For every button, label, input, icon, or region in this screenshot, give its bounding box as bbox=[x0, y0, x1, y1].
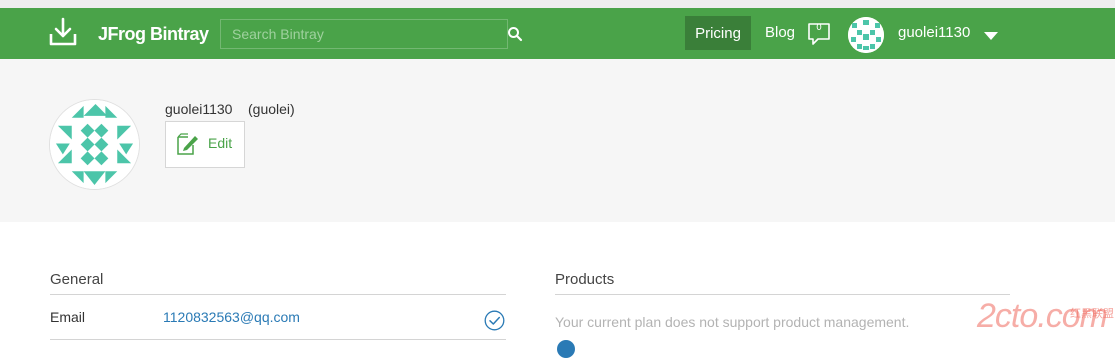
speech-bubble-icon[interactable] bbox=[807, 22, 831, 46]
general-divider bbox=[50, 294, 506, 295]
pricing-label: Pricing bbox=[695, 24, 741, 42]
info-badge bbox=[557, 340, 575, 358]
email-value[interactable]: 1120832563@qq.com bbox=[163, 309, 300, 325]
brand-name[interactable]: JFrog Bintray bbox=[98, 24, 209, 45]
check-circle-icon bbox=[484, 310, 505, 331]
download-tray-icon[interactable] bbox=[48, 17, 78, 49]
blog-link[interactable]: Blog bbox=[765, 24, 795, 41]
top-strip bbox=[0, 0, 1115, 8]
top-navbar: JFrog Bintray Pricing Blog 0 guolei1130 bbox=[0, 8, 1115, 59]
pricing-link[interactable]: Pricing bbox=[685, 16, 751, 50]
nav-username[interactable]: guolei1130 bbox=[898, 24, 970, 41]
caret-down-icon[interactable] bbox=[984, 32, 998, 40]
products-divider bbox=[555, 294, 1010, 295]
general-section-title: General bbox=[50, 271, 104, 288]
products-message: Your current plan does not support produ… bbox=[555, 314, 910, 330]
identicon-icon bbox=[50, 100, 139, 189]
watermark-subtitle: 红黑联盟 bbox=[1070, 308, 1114, 320]
profile-header: guolei1130 (guolei) Edit bbox=[0, 59, 1115, 222]
search-input[interactable] bbox=[220, 19, 508, 49]
user-avatar[interactable] bbox=[848, 17, 884, 53]
email-label: Email bbox=[50, 309, 86, 325]
profile-avatar bbox=[49, 99, 140, 190]
products-section-title: Products bbox=[555, 271, 615, 288]
profile-username: guolei1130 bbox=[165, 101, 233, 117]
profile-full-name: (guolei) bbox=[248, 101, 295, 117]
pencil-note-icon bbox=[177, 133, 198, 155]
email-row-divider bbox=[50, 339, 506, 340]
edit-label: Edit bbox=[208, 135, 233, 151]
identicon-icon bbox=[848, 17, 884, 53]
edit-profile-button[interactable]: Edit bbox=[165, 121, 245, 168]
search-icon[interactable] bbox=[507, 26, 523, 42]
